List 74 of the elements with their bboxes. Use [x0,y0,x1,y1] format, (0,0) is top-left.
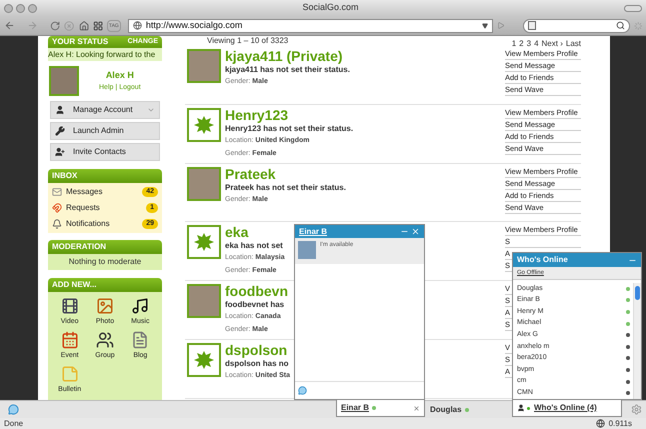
wrench-icon [55,126,65,136]
magnet-icon [52,203,62,213]
member-status: Henry123 has not set their status. [225,123,354,134]
close-icon[interactable] [413,404,420,412]
forward-icon[interactable] [27,19,38,32]
photo-placeholder [187,284,221,318]
reload-icon[interactable] [50,20,60,32]
film-icon [60,297,79,315]
status-text: Done [4,418,24,429]
chat-window-tab[interactable]: Einar B [336,400,425,417]
member-status: Prateek has not set their status. [225,182,346,193]
panel-title: MODERATION [52,241,106,253]
member-status: foodbevnet has [225,299,284,310]
chat-bubble-icon[interactable] [8,404,19,415]
panel-title: ADD NEW... [52,279,96,291]
dropdown-caret-icon[interactable] [482,22,488,28]
profile-name: Alex H [106,69,134,82]
toolbar-toggle-icon[interactable] [624,4,642,12]
avatar-placeholder [298,241,316,259]
chat-title[interactable]: Einar B [299,226,328,238]
member-status: dspolson has no [225,358,289,370]
search-engine-icon [528,21,536,30]
music-note-icon [131,297,150,315]
load-time: 0.911s [608,418,632,429]
splat-logo-icon [193,350,215,370]
go-icon[interactable] [497,21,505,30]
mail-icon [52,187,62,197]
whos-online-tab[interactable]: Who's Online (4) [512,400,622,417]
user-icon [55,105,65,115]
home-icon[interactable] [78,20,89,32]
menu-button[interactable]: Launch Admin [50,122,160,140]
splat-logo-icon [193,114,215,135]
member-status: eka has not set [225,240,283,252]
menu-button[interactable]: Invite Contacts [50,143,160,161]
window-title: SocialGo.com [301,1,360,14]
pagination-link[interactable]: 4 [534,38,539,47]
pagination-link[interactable]: 2 [519,38,524,47]
status-text: Alex H: Looking forward to the [48,48,162,61]
viewing-count: Viewing 1 – 10 of 3323 [207,36,288,47]
panel-title: Who's Online [517,254,568,266]
photo-placeholder [187,166,221,201]
scrollbar[interactable] [633,283,641,399]
user-plus-icon [55,147,65,157]
bell-icon [52,219,62,229]
document-icon [131,331,150,349]
search-field[interactable] [522,18,630,32]
grid-icon[interactable] [92,20,103,32]
member-status: kjaya411 has not set their status. [225,64,350,75]
menu-button[interactable]: Manage Account [50,101,160,119]
group-icon [96,331,114,349]
panel-title: INBOX [52,170,78,182]
speech-bubble-icon [298,386,307,395]
panel-title: YOUR STATUS [52,36,108,48]
user-icon [517,404,525,412]
splat-logo-icon [193,232,215,252]
globe-icon [132,21,142,30]
back-icon[interactable] [4,19,16,32]
spinner-icon [634,20,642,30]
calendar-icon [60,331,79,349]
pagination-link[interactable]: 3 [526,38,532,47]
settings-icon[interactable] [631,404,642,415]
chat-tab[interactable]: Douglas [430,404,469,416]
pagination-link[interactable]: Last [566,38,581,47]
photo-placeholder [187,49,221,83]
scroll-thumb[interactable] [635,286,640,300]
moderation-text: Nothing to moderate [48,254,162,270]
pagination-link[interactable]: 1 [512,38,516,47]
globe-icon [596,419,605,428]
url-field[interactable]: http://www.socialgo.com [128,18,494,32]
search-icon [616,21,625,30]
pagination-link[interactable]: Next › [542,38,563,47]
picture-icon [96,297,114,315]
sticky-note-icon [60,365,79,383]
avatar-photo-placeholder [49,66,79,96]
